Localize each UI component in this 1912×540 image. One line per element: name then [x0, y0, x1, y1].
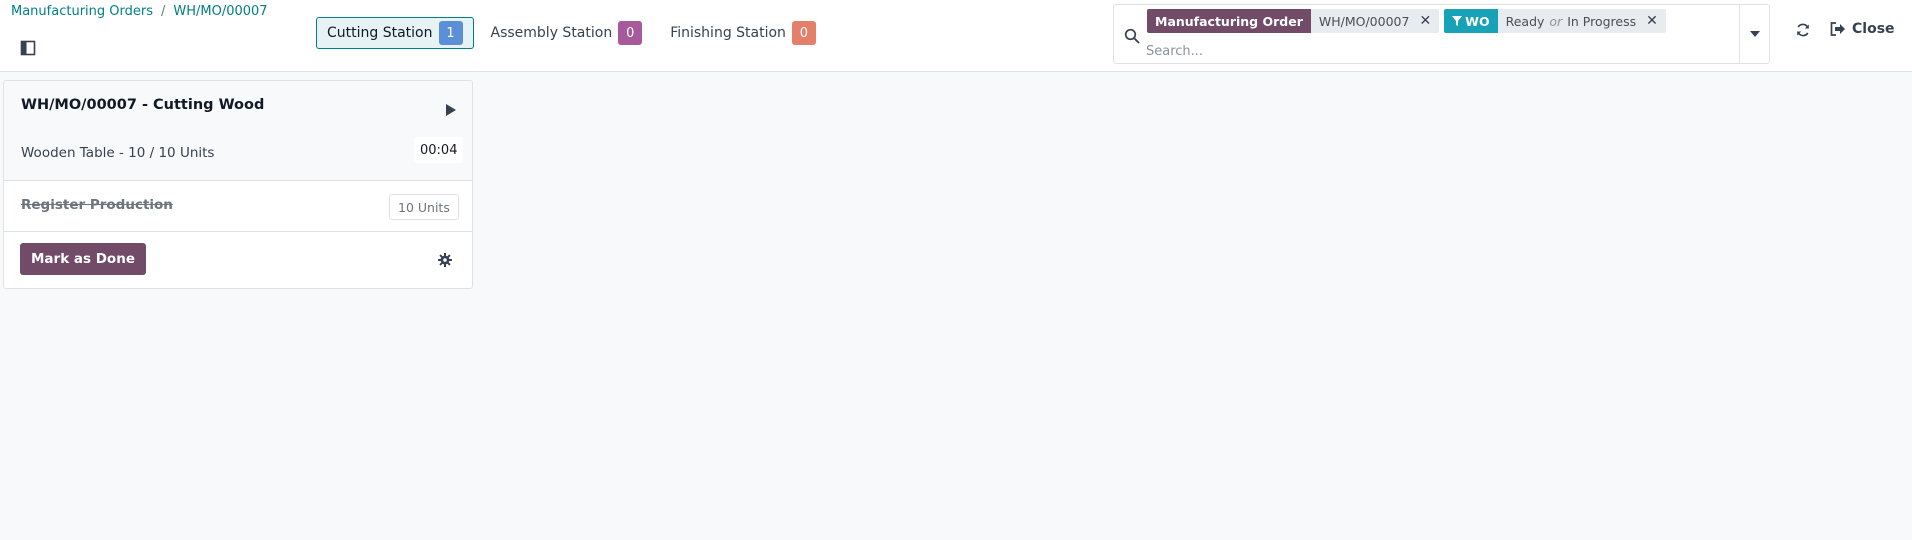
breadcrumb-separator: / — [160, 4, 166, 19]
facet-label: WO — [1444, 9, 1498, 33]
count-badge: 1 — [438, 21, 463, 45]
tab-label: Assembly Station — [490, 25, 613, 41]
filter-icon — [1452, 16, 1463, 26]
step-register-production: Register Production 10 Units — [4, 181, 472, 232]
sidebar-toggle-icon[interactable] — [20, 40, 38, 58]
close-button[interactable]: Close — [1830, 21, 1895, 37]
facet-values: Ready or In Progress ✕ — [1497, 9, 1666, 33]
tab-label: Finishing Station — [670, 25, 786, 41]
search-facets: Manufacturing Order WH/MO/00007 ✕ WO Rea… — [1147, 9, 1671, 33]
tab-assembly-station[interactable]: Assembly Station 0 — [480, 17, 654, 49]
facet-label: Manufacturing Order — [1147, 9, 1311, 33]
facet-value: In Progress — [1567, 13, 1637, 29]
step-quantity[interactable]: 10 Units — [389, 194, 459, 220]
tab-label: Cutting Station — [327, 25, 433, 41]
remove-facet-icon[interactable]: ✕ — [1419, 13, 1431, 29]
timer: 00:04 — [414, 137, 464, 163]
facet-work-order-filter: WO Ready or In Progress ✕ — [1444, 9, 1666, 33]
card-footer: Mark as Done — [4, 232, 472, 288]
product-quantity: Wooden Table - 10 / 10 Units — [21, 145, 215, 161]
breadcrumb-current[interactable]: WH/MO/00007 — [173, 4, 267, 19]
mark-as-done-button[interactable]: Mark as Done — [20, 243, 146, 275]
card-title: WH/MO/00007 - Cutting Wood — [21, 97, 265, 113]
remove-facet-icon[interactable]: ✕ — [1646, 13, 1658, 29]
count-badge: 0 — [618, 21, 643, 45]
facet-joiner: or — [1549, 13, 1563, 29]
facet-label-text: WO — [1465, 13, 1490, 29]
facet-manufacturing-order: Manufacturing Order WH/MO/00007 ✕ — [1147, 9, 1440, 33]
play-icon[interactable] — [444, 102, 458, 118]
tab-cutting-station[interactable]: Cutting Station 1 — [316, 17, 474, 49]
work-center-tabs: Cutting Station 1 Assembly Station 0 Fin… — [316, 17, 833, 49]
close-label: Close — [1852, 21, 1895, 37]
top-bar: Manufacturing Orders / WH/MO/00007 Cutting… — [0, 0, 1912, 72]
breadcrumb: Manufacturing Orders / WH/MO/00007 — [11, 4, 268, 19]
count-badge: 0 — [791, 21, 816, 45]
step-label[interactable]: Register Production — [21, 197, 173, 213]
search-panel: Manufacturing Order WH/MO/00007 ✕ WO Rea… — [1113, 4, 1770, 64]
search-icon — [1124, 28, 1140, 44]
breadcrumb-manufacturing-orders[interactable]: Manufacturing Orders — [11, 4, 153, 19]
caret-down-icon — [1749, 31, 1760, 37]
facet-value: WH/MO/00007 — [1318, 13, 1410, 29]
card-header[interactable]: WH/MO/00007 - Cutting Wood Wooden Table … — [4, 81, 472, 181]
facet-values: WH/MO/00007 ✕ — [1310, 9, 1440, 33]
search-input[interactable] — [1146, 41, 1726, 61]
refresh-icon[interactable] — [1795, 22, 1813, 40]
tab-finishing-station[interactable]: Finishing Station 0 — [659, 17, 827, 49]
sign-out-icon — [1830, 22, 1845, 36]
facet-value: Ready — [1505, 13, 1545, 29]
search-options-toggle[interactable] — [1739, 5, 1769, 63]
gear-icon[interactable] — [437, 252, 453, 268]
work-order-card: WH/MO/00007 - Cutting Wood Wooden Table … — [3, 80, 473, 289]
